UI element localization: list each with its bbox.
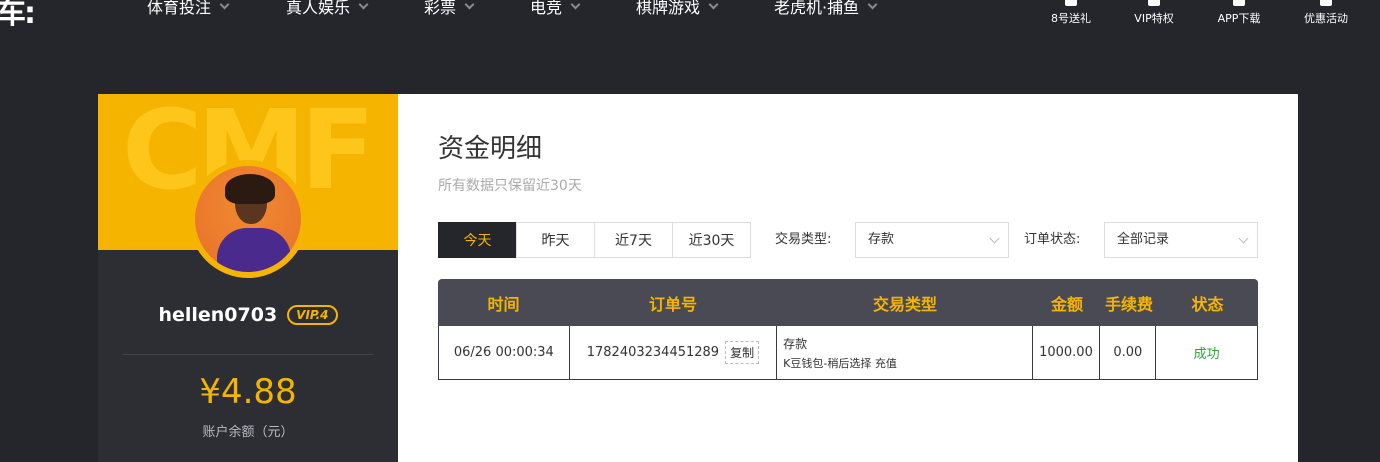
cell-transaction-type: 存款 K豆钱包-稍后选择 充值: [777, 326, 1033, 379]
order-number: 1782403234451289: [586, 345, 720, 360]
chevron-down-icon: [1238, 233, 1249, 244]
transactions-table: 时间 订单号 交易类型 金额 手续费 状态 06/26 00:00:34 178…: [438, 279, 1258, 380]
nav-label: 彩票: [424, 0, 457, 17]
tab-last-30-days[interactable]: 近30天: [672, 222, 751, 258]
nav-label: 老虎机·捕鱼: [774, 0, 860, 17]
chevron-down-icon: [570, 0, 581, 9]
chevron-down-icon: [989, 233, 1000, 244]
nav-esports[interactable]: 电竞: [530, 0, 581, 18]
column-header: 状态: [1191, 294, 1224, 314]
copy-button[interactable]: 复制: [725, 341, 760, 364]
table-row: 06/26 00:00:34 1782403234451289 复制 存款 K豆…: [438, 326, 1258, 380]
nav-lottery[interactable]: 彩票: [424, 0, 475, 18]
transaction-type-select[interactable]: 存款: [855, 222, 1009, 258]
nav-label: 真人娱乐: [286, 0, 351, 17]
tab-yesterday[interactable]: 昨天: [516, 222, 595, 258]
column-header: 订单号: [648, 294, 697, 314]
link-promotions[interactable]: 优惠活动: [1286, 0, 1366, 26]
username-row: hellen0703 VIP.4: [98, 304, 398, 326]
status-badge: 成功: [1193, 347, 1220, 362]
username: hellen0703: [158, 304, 278, 326]
nav-slots-fishing[interactable]: 老虎机·捕鱼: [774, 0, 878, 18]
column-header: 交易类型: [872, 294, 937, 314]
promo-icon: [1320, 0, 1332, 6]
tab-today[interactable]: 今天: [438, 222, 517, 258]
funds-detail-panel: 资金明细 所有数据只保留近30天 今天 昨天 近7天 近30天 交易类型: 存款…: [398, 94, 1298, 462]
phone-icon: [1233, 0, 1245, 6]
order-status-select[interactable]: 全部记录: [1104, 222, 1258, 258]
chevron-down-icon: [464, 0, 475, 9]
nav-label: 电竞: [530, 0, 563, 17]
vip-badge: VIP.4: [287, 305, 338, 325]
divider: [123, 354, 373, 355]
cell-amount: 1000.00: [1033, 326, 1101, 379]
nav-live-casino[interactable]: 真人娱乐: [286, 0, 369, 18]
tab-last-7-days[interactable]: 近7天: [594, 222, 673, 258]
select-value: 全部记录: [1117, 232, 1170, 247]
cell-time: 06/26 00:00:34: [439, 326, 570, 379]
nav-sports[interactable]: 体育投注: [147, 0, 230, 18]
transaction-type-label: 交易类型:: [775, 232, 832, 247]
chevron-down-icon: [708, 0, 719, 9]
column-header: 时间: [487, 294, 520, 314]
avatar-image: [195, 166, 301, 272]
column-header: 金额: [1050, 294, 1083, 314]
avatar[interactable]: [189, 160, 307, 278]
account-balance: ¥4.88: [199, 372, 297, 412]
page-title: 资金明细: [438, 134, 543, 164]
chevron-down-icon: [867, 0, 878, 9]
transaction-type: 存款: [783, 336, 808, 351]
transaction-detail: K豆钱包-稍后选择 充值: [783, 356, 897, 370]
top-navigation: 车: 体育投注 真人娱乐 彩票 电竞 棋牌游戏 老虎机·捕鱼 8号送礼 VIP特…: [0, 0, 1380, 40]
link-app-download[interactable]: APP下载: [1199, 0, 1279, 26]
gift-icon: [1065, 0, 1077, 6]
site-logo[interactable]: 车:: [0, 0, 36, 32]
date-range-tabs: 今天 昨天 近7天 近30天: [438, 222, 751, 258]
page-subtitle: 所有数据只保留近30天: [438, 178, 582, 194]
column-header: 手续费: [1104, 294, 1153, 314]
balance-label: 账户余额（元）: [202, 425, 294, 440]
vip-icon: [1148, 0, 1160, 6]
cell-fee: 0.00: [1100, 326, 1157, 379]
select-value: 存款: [868, 232, 895, 247]
cell-order-number: 1782403234451289 复制: [570, 326, 778, 379]
link-day8-gift[interactable]: 8号送礼: [1031, 0, 1111, 26]
chevron-down-icon: [219, 0, 230, 9]
nav-card-games[interactable]: 棋牌游戏: [636, 0, 719, 18]
chevron-down-icon: [358, 0, 369, 9]
table-header: 时间 订单号 交易类型 金额 手续费 状态: [438, 279, 1258, 326]
order-status-label: 订单状态:: [1024, 232, 1081, 247]
profile-card: CMF hellen0703 VIP.4 ¥4.88 账户余额（元）: [98, 94, 398, 462]
nav-label: 体育投注: [147, 0, 212, 17]
nav-label: 棋牌游戏: [636, 0, 701, 17]
link-vip-privileges[interactable]: VIP特权: [1114, 0, 1194, 26]
